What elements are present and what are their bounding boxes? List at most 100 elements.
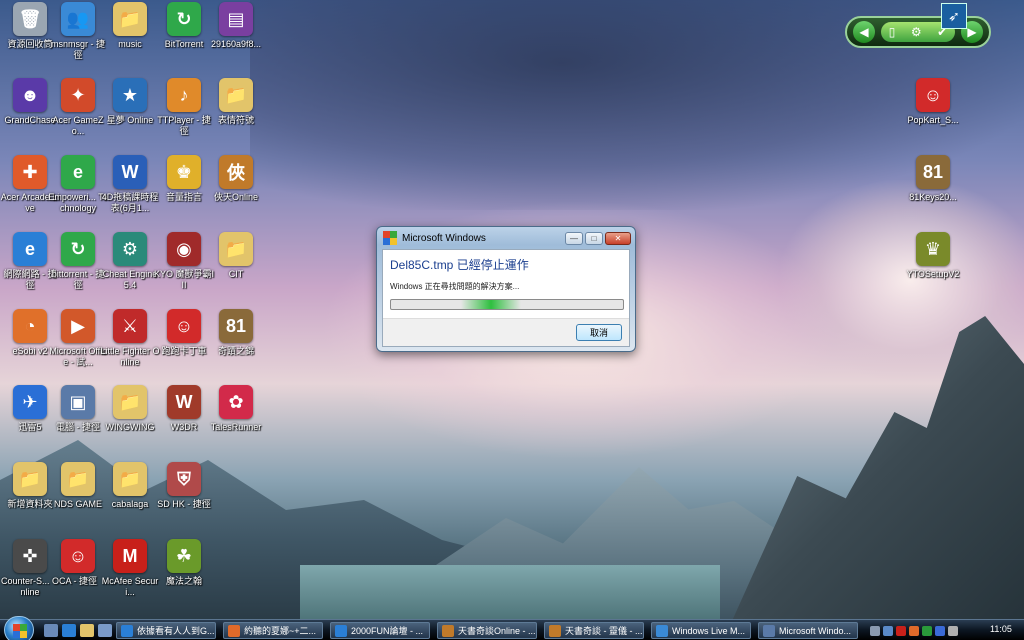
- desktop-icon[interactable]: ▤ 29160a9f8...: [206, 2, 266, 50]
- desktop-icon-label: Acer GameZo...: [52, 115, 104, 136]
- tray-expand-icon[interactable]: [870, 625, 880, 636]
- desktop-icon[interactable]: ☺ 跑跑卡丁車: [154, 309, 214, 357]
- desktop-icon[interactable]: 📁 music: [100, 2, 160, 50]
- desktop-icon[interactable]: 81 奇蹟之錦: [206, 309, 266, 357]
- taskbar-button-label: 約聽的夏娜~+二...: [244, 626, 317, 636]
- desktop-icon-image: e: [13, 232, 47, 266]
- gadget-device-icon[interactable]: ▯: [889, 25, 896, 39]
- desktop-icon-label: 29160a9f8...: [210, 39, 262, 49]
- clock[interactable]: 11:05: [990, 624, 1012, 634]
- desktop-icon-image: ☺: [916, 78, 950, 112]
- desktop-icon[interactable]: e Empoweri... Technology: [48, 155, 108, 214]
- start-button[interactable]: [4, 616, 34, 640]
- taskbar-button[interactable]: Windows Live M...: [651, 622, 751, 639]
- desktop-icon[interactable]: 📁 NDS GAME: [48, 462, 108, 510]
- desktop-icon-label: 表情符號: [217, 115, 254, 125]
- desktop-icon[interactable]: W 4D拖稿課時程表(6月1...: [100, 155, 160, 214]
- tray-bittorrent-icon[interactable]: [922, 625, 932, 636]
- gadget-back-icon[interactable]: ◀: [853, 21, 875, 43]
- taskbar-button[interactable]: 天書奇談 - 靈儀 - ...: [544, 622, 644, 639]
- desktop-icon-label: Empoweri... Technology: [48, 192, 108, 213]
- desktop-icon-label: msnmsgr - 捷徑: [50, 39, 105, 60]
- ie-icon[interactable]: [62, 624, 76, 637]
- desktop-icon[interactable]: ✿ TalesRunner: [206, 385, 266, 433]
- desktop-icon[interactable]: 81 81Keys20...: [903, 155, 963, 203]
- taskbar-button[interactable]: 天書奇談Online - ...: [437, 622, 537, 639]
- sidebar-gadget[interactable]: ◀ ▯ ⚙ ✔ ▶: [845, 16, 991, 48]
- desktop-icon[interactable]: ▶ Microsoft Office - 試...: [48, 309, 108, 368]
- tray-messenger-icon[interactable]: [935, 625, 945, 636]
- desktop-icon[interactable]: 📁 cabalaga: [100, 462, 160, 510]
- taskbar: 依據看有人人到G... 約聽的夏娜~+二... 2000FUN論壇 - ... 天書奇…: [0, 616, 1024, 640]
- gear-icon[interactable]: ⚙: [911, 25, 922, 39]
- desktop-icon[interactable]: ☘ 魔法之翰: [154, 539, 214, 587]
- desktop-icon[interactable]: ☺ CA - 捷徑: [48, 539, 108, 587]
- tray-app-icon[interactable]: [909, 625, 919, 636]
- desktop-icon-image: 👥: [61, 2, 95, 36]
- desktop-icon[interactable]: 📁 WINGWING: [100, 385, 160, 433]
- desktop-icon-image: 📁: [61, 462, 95, 496]
- desktop-icon[interactable]: ↻ bittorrent - 捷徑: [48, 232, 108, 291]
- desktop-icon-label: CIT: [228, 269, 244, 279]
- desktop-icon-image: ⛨: [167, 462, 201, 496]
- switch-windows-icon[interactable]: [98, 624, 112, 637]
- show-desktop-icon[interactable]: [44, 624, 58, 637]
- desktop-icon[interactable]: ⛨ SD HK - 捷徑: [154, 462, 214, 510]
- tray-network-icon[interactable]: [883, 625, 893, 636]
- minimize-button[interactable]: —: [565, 231, 583, 245]
- desktop-icon[interactable]: ★ 星夢 Online: [100, 78, 160, 126]
- windows-logo-icon: [13, 624, 27, 638]
- desktop-icon-image: ✈: [13, 385, 47, 419]
- desktop-icon[interactable]: 👥 msnmsgr - 捷徑: [48, 2, 108, 61]
- taskbar-app-icon: [656, 625, 668, 637]
- desktop-icon-label: 俠天Online: [213, 192, 259, 202]
- desktop-icon-image: ◉: [167, 232, 201, 266]
- desktop-icon-label: TTPlayer - 捷徑: [157, 115, 211, 136]
- taskbar-button[interactable]: Microsoft Windo...: [758, 622, 858, 639]
- windows-logo-icon: [383, 231, 397, 245]
- desktop-icon[interactable]: W W3DR: [154, 385, 214, 433]
- desktop-icon-label: TalesRunner: [210, 422, 262, 432]
- desktop-icon[interactable]: 📁 CIT: [206, 232, 266, 280]
- tray-mcafee-icon[interactable]: [896, 625, 906, 636]
- desktop-icon-label: Microsoft Office - 試...: [49, 346, 107, 367]
- desktop-icon-image: ↻: [167, 2, 201, 36]
- folder-icon[interactable]: [80, 624, 94, 637]
- desktop-icon[interactable]: ▣ 電腦 - 捷徑: [48, 385, 108, 433]
- desktop-icon[interactable]: ♛ YTOSetupV2: [903, 232, 963, 280]
- desktop-icon-label: 跑跑卡丁車: [161, 346, 207, 356]
- desktop-icon[interactable]: 俠俠天Online: [206, 155, 266, 203]
- desktop-icon[interactable]: ♪ TTPlayer - 捷徑: [154, 78, 214, 137]
- desktop-icon-label: Cheat Engine 5.4: [102, 269, 158, 290]
- desktop-icon[interactable]: ⚙ Cheat Engine 5.4: [100, 232, 160, 291]
- desktop-icon[interactable]: ◉ KYO 魔獸爭霸III: [154, 232, 214, 291]
- desktop-icon[interactable]: 📁 表情符號: [206, 78, 266, 126]
- cancel-button[interactable]: 取消: [576, 324, 622, 341]
- taskbar-app-icon: [335, 625, 347, 637]
- desktop-icon-image: W: [167, 385, 201, 419]
- dialog-titlebar[interactable]: Microsoft Windows — □ ✕: [377, 227, 635, 249]
- feather-icon[interactable]: ➶: [941, 3, 967, 29]
- desktop-icon-label: cabalaga: [111, 499, 149, 509]
- progress-pulse: [461, 300, 521, 309]
- desktop-icon-label: 音量指言: [165, 192, 202, 202]
- taskbar-app-icon: [228, 625, 240, 637]
- taskbar-button[interactable]: 2000FUN論壇 - ...: [330, 622, 430, 639]
- desktop-icon[interactable]: ☺ PopKart_S...: [903, 78, 963, 126]
- taskbar-button[interactable]: 約聽的夏娜~+二...: [223, 622, 323, 639]
- taskbar-button[interactable]: 依據看有人人到G...: [116, 622, 216, 639]
- desktop-icon[interactable]: ♚ 音量指言: [154, 155, 214, 203]
- desktop-icon-label: NDS GAME: [53, 499, 102, 509]
- desktop-icon-label: 魔法之翰: [165, 576, 202, 586]
- error-dialog[interactable]: Microsoft Windows — □ ✕ Del85C.tmp 已經停止運…: [376, 226, 636, 352]
- desktop-icon[interactable]: M McAfee Securi...: [100, 539, 160, 598]
- desktop-icon[interactable]: ↻ BitTorrent: [154, 2, 214, 50]
- desktop-icon-label: BitTorrent: [164, 39, 204, 49]
- maximize-button[interactable]: □: [585, 231, 603, 245]
- desktop-icon[interactable]: ✦ Acer GameZo...: [48, 78, 108, 137]
- tray-volume-icon[interactable]: [948, 625, 958, 636]
- dialog-heading: Del85C.tmp 已經停止運作: [390, 258, 529, 272]
- desktop-icon-label: McAfee Securi...: [101, 576, 159, 597]
- desktop-icon[interactable]: ⚔ Little Fighter Online: [100, 309, 160, 368]
- close-button[interactable]: ✕: [605, 231, 631, 245]
